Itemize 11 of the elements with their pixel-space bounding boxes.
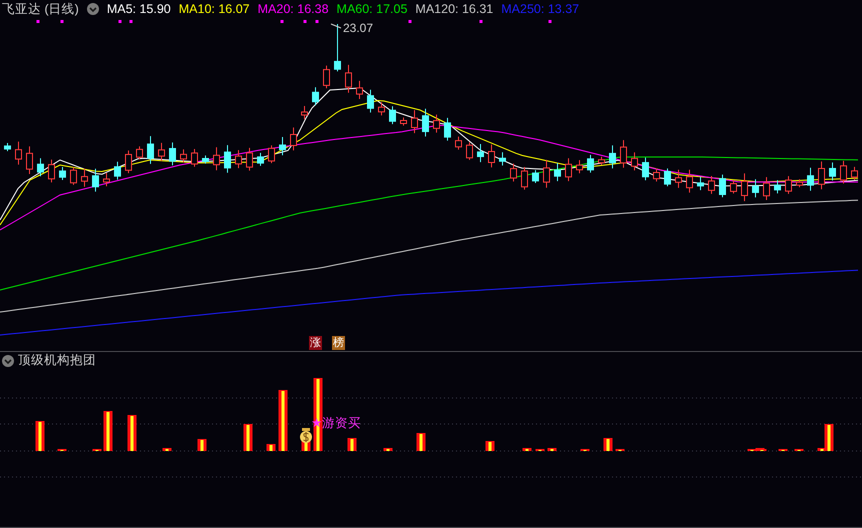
- moving-average-value: MA20: 16.38: [258, 2, 329, 16]
- stock-title: 飞亚达 (日线): [2, 0, 79, 18]
- moving-average-value: MA60: 17.05: [336, 2, 408, 16]
- moving-average-value: MA250: 13.37: [501, 2, 580, 16]
- signal-tag: 涨: [309, 336, 322, 350]
- price-label: 23.07: [343, 21, 374, 35]
- signal-tag: 榜: [332, 336, 345, 350]
- moving-average-value: MA10: 16.07: [178, 2, 250, 16]
- moving-average-value: MA5: 15.90: [106, 2, 171, 16]
- moving-average-value: MA120: 16.31: [415, 2, 494, 16]
- indicator-title: 顶级机构抱团: [18, 352, 96, 369]
